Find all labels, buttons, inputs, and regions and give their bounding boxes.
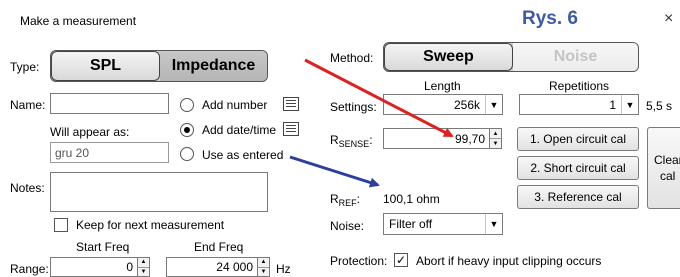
blue-arrow <box>289 155 380 188</box>
annotation-arrows <box>289 58 454 188</box>
red-arrow <box>304 58 454 138</box>
